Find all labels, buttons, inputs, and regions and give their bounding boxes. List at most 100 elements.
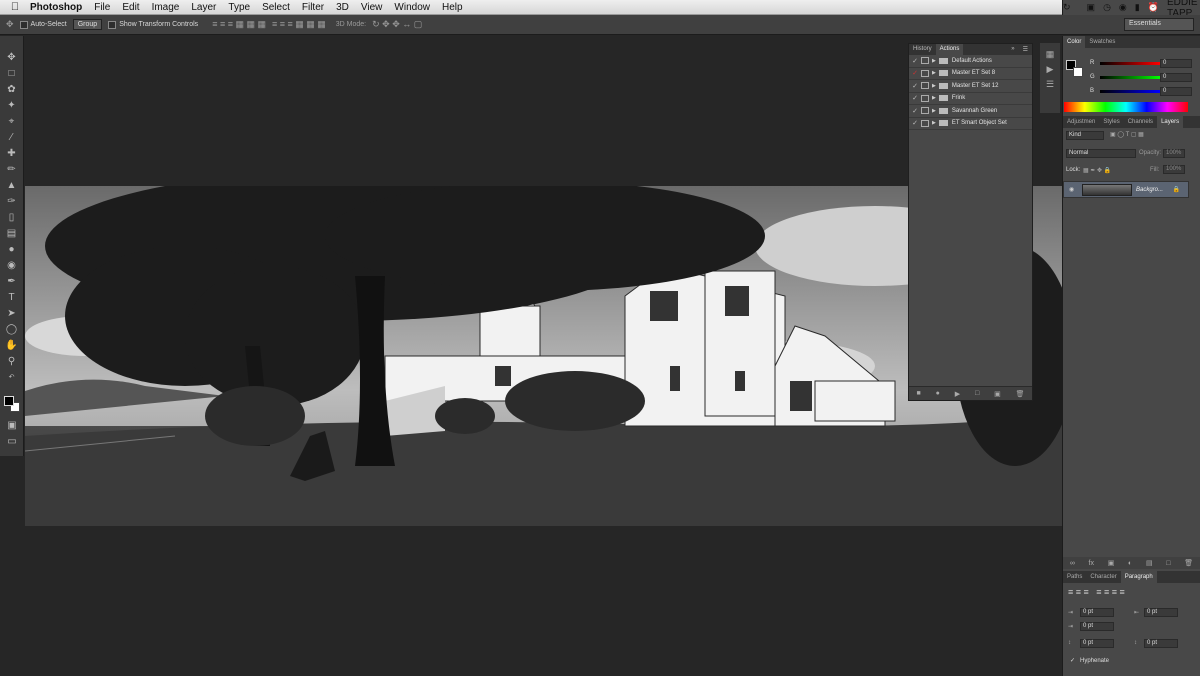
properties-panel-icon[interactable]: ☰ xyxy=(1046,79,1054,90)
menu-view[interactable]: View xyxy=(361,2,383,13)
tab-styles[interactable]: Styles xyxy=(1099,116,1123,128)
toggle-dialog-icon[interactable] xyxy=(921,119,929,127)
menu-edit[interactable]: Edit xyxy=(122,2,139,13)
check-icon[interactable]: ✓ xyxy=(909,94,921,102)
link-icon[interactable]: ∞ xyxy=(1070,560,1075,567)
expand-triangle-icon[interactable]: ▶ xyxy=(932,108,936,114)
toggle-dialog-icon[interactable] xyxy=(921,107,929,115)
fill-field[interactable]: 100% xyxy=(1163,165,1185,174)
eye-icon[interactable]: ◉ xyxy=(1069,186,1074,193)
tab-history[interactable]: History xyxy=(909,44,936,55)
action-set-row[interactable]: ✓ ▶ Default Actions xyxy=(909,55,1032,68)
apple-icon[interactable]:  xyxy=(0,1,30,13)
menu-filter[interactable]: Filter xyxy=(302,2,324,13)
expand-triangle-icon[interactable]: ▶ xyxy=(932,58,936,64)
move-tool-icon[interactable]: ✥ xyxy=(2,50,22,66)
align-buttons-icon[interactable]: ≡ ≡ ≡ ≡ ≡ ≡ ≡ xyxy=(1068,587,1125,597)
pen-tool-icon[interactable]: ✒ xyxy=(2,274,22,290)
lasso-tool-icon[interactable]: ✿ xyxy=(2,82,22,98)
distribute-icon[interactable]: ≡ ≡ ≡ ▦ ▦ ▦ xyxy=(272,19,326,30)
tab-color[interactable]: Color xyxy=(1063,36,1086,48)
align-icon[interactable]: ≡ ≡ ≡ ▦ ▦ ▦ xyxy=(212,19,266,30)
toggle-dialog-icon[interactable] xyxy=(921,69,929,77)
app-menu[interactable]: Photoshop xyxy=(30,2,82,13)
gradient-tool-icon[interactable]: ▤ xyxy=(2,226,22,242)
new-set-icon[interactable]: □ xyxy=(975,390,979,397)
blend-mode-select[interactable]: Normal xyxy=(1066,149,1136,158)
play-icon[interactable]: ▶ xyxy=(955,390,960,398)
check-icon[interactable]: ✓ xyxy=(909,57,921,65)
swap-colors-icon[interactable]: ↶ xyxy=(2,370,22,386)
actions-panel-icon[interactable]: ▶ xyxy=(1047,64,1054,75)
quick-mask-icon[interactable]: ▣ xyxy=(2,418,22,434)
check-icon[interactable]: ✓ xyxy=(909,82,921,90)
history-brush-tool-icon[interactable]: ✑ xyxy=(2,194,22,210)
adjustment-icon[interactable]: ◐ xyxy=(1128,560,1132,567)
menu-help[interactable]: Help xyxy=(442,2,463,13)
auto-select-checkbox[interactable] xyxy=(19,20,28,29)
opacity-field[interactable]: 100% xyxy=(1163,149,1185,158)
new-layer-icon[interactable]: □ xyxy=(1166,560,1170,567)
expand-triangle-icon[interactable]: ▶ xyxy=(932,95,936,101)
action-set-row[interactable]: ✓ ▶ Master ET Set 8 xyxy=(909,68,1032,80)
blur-tool-icon[interactable]: ● xyxy=(2,242,22,258)
wifi-icon[interactable]: ◉ xyxy=(1119,2,1127,13)
menu-3d[interactable]: 3D xyxy=(336,2,349,13)
expand-triangle-icon[interactable]: ▶ xyxy=(932,120,936,126)
tab-adjustments[interactable]: Adjustmen xyxy=(1063,116,1099,128)
shape-tool-icon[interactable]: ◯ xyxy=(2,322,22,338)
crop-tool-icon[interactable]: ⌖ xyxy=(2,114,22,130)
lock-icons[interactable]: ▦ ✒ ✥ 🔒 xyxy=(1083,167,1111,174)
menu-type[interactable]: Type xyxy=(228,2,250,13)
group-select[interactable]: Group xyxy=(72,19,103,30)
action-set-row[interactable]: ✓ ▶ Savannah Green xyxy=(909,105,1032,118)
foreground-color-swatch[interactable] xyxy=(4,396,14,406)
zoom-tool-icon[interactable]: ⚲ xyxy=(2,354,22,370)
mask-icon[interactable]: ▣ xyxy=(1108,559,1115,567)
tab-actions[interactable]: Actions xyxy=(935,44,964,55)
screen-mode-icon[interactable]: ▭ xyxy=(2,434,22,450)
menu-file[interactable]: File xyxy=(94,2,110,13)
expand-triangle-icon[interactable]: ▶ xyxy=(932,83,936,89)
history-panel-icon[interactable]: ▦ xyxy=(1046,49,1055,60)
new-group-icon[interactable]: ▤ xyxy=(1146,559,1153,567)
workspace-select[interactable]: Essentials xyxy=(1124,18,1194,31)
toggle-dialog-icon[interactable] xyxy=(921,57,929,65)
eyedropper-tool-icon[interactable]: ⁄ xyxy=(2,130,22,146)
check-icon[interactable]: ✓ xyxy=(909,69,921,77)
expand-triangle-icon[interactable]: ▶ xyxy=(932,70,936,76)
healing-tool-icon[interactable]: ✚ xyxy=(2,146,22,162)
type-tool-icon[interactable]: T xyxy=(2,290,22,306)
tab-character[interactable]: Character xyxy=(1086,571,1120,583)
brush-tool-icon[interactable]: ✏ xyxy=(2,162,22,178)
tab-layers[interactable]: Layers xyxy=(1157,116,1184,128)
fx-icon[interactable]: fx xyxy=(1089,560,1094,567)
panel-collapse-icon[interactable]: » xyxy=(1007,44,1018,55)
check-icon[interactable]: ✓ xyxy=(909,107,921,115)
indent-right-field[interactable]: 0 pt xyxy=(1144,608,1178,617)
marquee-tool-icon[interactable]: □ xyxy=(2,66,22,82)
toggle-dialog-icon[interactable] xyxy=(921,94,929,102)
tab-paths[interactable]: Paths xyxy=(1063,571,1086,583)
first-line-indent-field[interactable]: 0 pt xyxy=(1080,622,1114,631)
menu-layer[interactable]: Layer xyxy=(191,2,216,13)
delete-icon[interactable]: 🗑 xyxy=(1016,390,1025,398)
sync-icon[interactable]: ↻ xyxy=(1063,2,1071,13)
new-action-icon[interactable]: ▣ xyxy=(994,390,1001,398)
hand-tool-icon[interactable]: ✋ xyxy=(2,338,22,354)
record-action-icon[interactable]: ● xyxy=(936,390,940,397)
g-value-field[interactable]: 0 xyxy=(1160,73,1192,82)
quick-select-tool-icon[interactable]: ✦ xyxy=(2,98,22,114)
document-canvas[interactable] xyxy=(25,186,1062,526)
dodge-tool-icon[interactable]: ◉ xyxy=(2,258,22,274)
trash-icon[interactable]: 🗑 xyxy=(1184,559,1193,567)
tab-channels[interactable]: Channels xyxy=(1124,116,1157,128)
show-transform-checkbox[interactable] xyxy=(108,20,117,29)
action-set-row[interactable]: ✓ ▶ Master ET Set 12 xyxy=(909,80,1032,93)
r-slider[interactable] xyxy=(1100,62,1160,65)
action-set-row[interactable]: ✓ ▶ Frink xyxy=(909,93,1032,105)
check-icon[interactable]: ✓ xyxy=(909,119,921,127)
toggle-dialog-icon[interactable] xyxy=(921,82,929,90)
tab-paragraph[interactable]: Paragraph xyxy=(1120,571,1157,583)
eraser-tool-icon[interactable]: ▯ xyxy=(2,210,22,226)
